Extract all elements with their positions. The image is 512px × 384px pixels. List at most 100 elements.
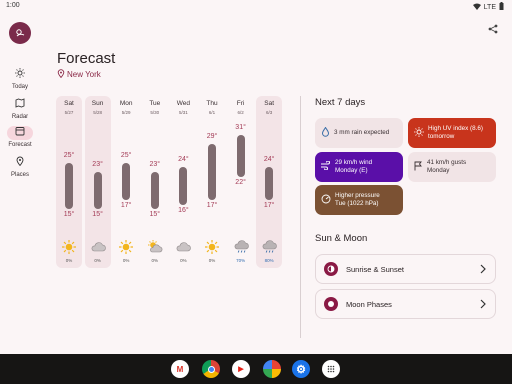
forecast-date-label: 6/2 (237, 110, 244, 115)
precip-chance: 0% (122, 258, 130, 263)
temperature-range-bar (179, 167, 188, 205)
sunrise-sunset-card[interactable]: Sunrise & Sunset (315, 254, 496, 284)
share-button[interactable] (488, 21, 498, 39)
sunrise-icon (324, 262, 338, 276)
moon-phases-card[interactable]: Moon Phases (315, 289, 496, 319)
location-selector[interactable]: New York (57, 69, 101, 80)
forecast-day-label: Wed (176, 100, 191, 107)
sun-moon-title: Sun & Moon (315, 233, 368, 244)
precip-chance: 0% (65, 258, 73, 263)
chip-pressure[interactable]: Higher pressure Tue (1022 hPa) (315, 185, 403, 215)
temperature-range-bar (265, 167, 274, 200)
nav-item-radar[interactable]: Radar (0, 96, 40, 120)
sun-outline-icon (7, 68, 33, 82)
taskbar: M ▶ ⚙ (0, 354, 512, 384)
forecast-day-4[interactable]: Wed 5/31 24° 16° 0% (170, 96, 196, 268)
battery-icon (499, 2, 504, 12)
nav-label-forecast: Forecast (8, 142, 32, 148)
forecast-low-temp: 16° (178, 206, 189, 214)
temperature-range-bar (208, 144, 216, 200)
status-time: 1:00 (6, 2, 20, 9)
chip-uv-text1: High UV index (8.6) (428, 125, 483, 133)
forecast-day-label: Sat (264, 100, 275, 107)
forecast-day-5[interactable]: Thu 6/1 29° 17° 0% (199, 96, 225, 268)
chip-wind[interactable]: 29 km/h wind Monday (E) (315, 152, 403, 182)
forecast-day-label: Sun (91, 100, 104, 107)
forecast-high-temp: 23° (92, 161, 103, 168)
sun-icon (204, 239, 220, 260)
chip-gusts[interactable]: 41 km/h gusts Monday (408, 152, 496, 182)
temperature-range-bar (150, 172, 159, 210)
forecast-day-label: Tue (149, 100, 161, 107)
chip-gusts-text1: 41 km/h gusts (427, 159, 467, 167)
temperature-range-bar (93, 172, 102, 210)
nav-item-places[interactable]: Places (0, 154, 40, 178)
sun-icon (118, 239, 134, 260)
map-icon (7, 98, 33, 112)
forecast-day-label: Sat (64, 100, 74, 107)
chip-rain-text: 3 mm rain expected (334, 129, 390, 137)
chip-uv-text2: tomorrow (428, 133, 455, 140)
nav-label-radar: Radar (11, 114, 29, 120)
chip-wind-text1: 29 km/h wind (335, 159, 373, 167)
forecast-day-0[interactable]: Sat 5/27 25° 15° 0% (56, 96, 82, 268)
gmail-icon[interactable]: M (171, 360, 189, 378)
settings-icon[interactable]: ⚙ (292, 360, 310, 378)
chip-gusts-text2: Monday (427, 167, 450, 174)
forecast-date-label: 6/3 (266, 110, 273, 115)
chip-pressure-text1: Higher pressure (335, 192, 380, 200)
forecast-high-temp: 29° (206, 133, 218, 140)
location-pin-icon (7, 156, 33, 170)
nav-item-forecast[interactable]: Forecast (0, 124, 40, 148)
forecast-high-temp: 25° (63, 151, 75, 159)
chip-uv[interactable]: High UV index (8.6) tomorrow (408, 118, 496, 148)
forecast-day-3[interactable]: Tue 5/30 23° 15° 0% (142, 96, 168, 268)
forecast-date-label: 6/1 (208, 110, 216, 115)
forecast-day-1[interactable]: Sun 5/28 23° 15° 0% (84, 96, 111, 268)
next-7-days-title: Next 7 days (315, 97, 366, 108)
nav-label-places: Places (10, 172, 29, 178)
raindrop-icon (321, 126, 330, 140)
precip-chance: 80% (264, 258, 274, 263)
partly-cloudy-icon (147, 239, 163, 260)
calendar-icon (7, 126, 33, 140)
chip-wind-text2: Monday (E) (335, 167, 368, 174)
page-title: Forecast (57, 50, 116, 67)
forecast-high-temp: 24° (263, 156, 275, 164)
moon-phases-label: Moon Phases (346, 299, 392, 309)
forecast-low-temp: 17° (120, 202, 132, 209)
forecast-day-2[interactable]: Mon 5/29 25° 17° 0% (113, 96, 139, 268)
forecast-low-temp: 17° (263, 202, 275, 209)
app-drawer-icon[interactable] (322, 360, 340, 378)
location-name: New York (67, 70, 101, 79)
precip-chance: 0% (94, 258, 101, 263)
forecast-day-label: Mon (119, 100, 133, 107)
forecast-high-temp: 25° (120, 151, 132, 159)
rain-cloud-icon (233, 239, 249, 260)
location-pin-icon (57, 69, 65, 80)
share-icon (488, 24, 498, 34)
status-bar: 1:00 LTE (0, 0, 512, 14)
forecast-date-label: 5/30 (150, 110, 160, 115)
forecast-date-label: 5/27 (64, 110, 74, 115)
forecast-day-7[interactable]: Sat 6/3 24° 17° 80% (256, 96, 283, 268)
precip-chance: 0% (151, 258, 159, 263)
rain-cloud-icon (261, 239, 277, 260)
gust-flag-icon (414, 161, 423, 174)
moon-icon (324, 297, 338, 311)
nav-item-today[interactable]: Today (0, 66, 40, 90)
youtube-icon[interactable]: ▶ (232, 360, 250, 378)
gauge-icon (321, 194, 331, 207)
forecast-low-temp: 15° (63, 211, 75, 219)
divider (300, 96, 301, 338)
wifi-icon (472, 3, 481, 12)
forecast-date-label: 5/29 (121, 110, 131, 115)
sun-icon (61, 239, 77, 260)
cloud-icon (175, 239, 192, 260)
chrome-icon[interactable] (202, 360, 220, 378)
forecast-day-6[interactable]: Fri 6/2 31° 22° 70% (228, 96, 254, 268)
nav-label-today: Today (11, 84, 28, 90)
photos-icon[interactable] (263, 360, 281, 378)
chip-rain[interactable]: 3 mm rain expected (315, 118, 403, 148)
forecast-day-label: Thu (206, 100, 218, 107)
